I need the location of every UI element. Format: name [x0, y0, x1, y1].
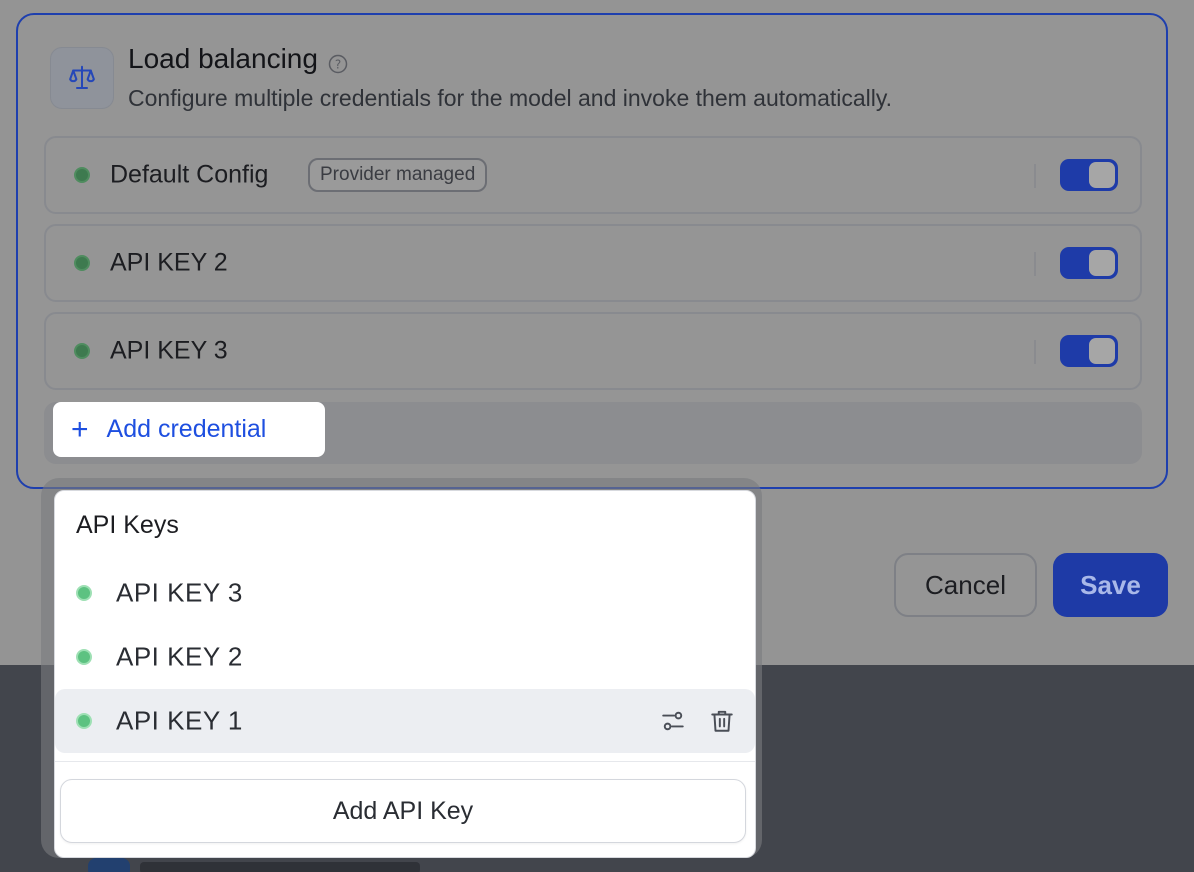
api-key-label: API KEY 1 — [116, 705, 243, 736]
help-icon[interactable]: ? — [328, 49, 348, 74]
config-label: Default Config — [110, 160, 269, 189]
api-key-item[interactable]: API KEY 2 — [55, 625, 755, 689]
add-credential-label: Add credential — [106, 415, 267, 443]
config-toggle[interactable] — [1060, 247, 1118, 279]
config-label: API KEY 3 — [110, 336, 228, 365]
plus-icon: + — [71, 412, 89, 446]
status-dot — [76, 649, 92, 665]
status-dot — [74, 167, 90, 183]
provider-managed-badge: Provider managed — [308, 158, 488, 192]
settings-icon[interactable] — [658, 706, 688, 736]
save-button[interactable]: Save — [1053, 553, 1168, 617]
toggle-knob — [1089, 250, 1115, 276]
config-row-default[interactable]: Default Config Provider managed — [44, 136, 1142, 214]
row-divider — [1034, 252, 1036, 276]
row-divider — [1034, 164, 1036, 188]
dropdown-divider — [55, 761, 755, 762]
config-toggle[interactable] — [1060, 335, 1118, 367]
config-row-api-key-2[interactable]: API KEY 2 — [44, 224, 1142, 302]
config-toggle[interactable] — [1060, 159, 1118, 191]
config-label: API KEY 2 — [110, 248, 228, 277]
api-key-label: API KEY 2 — [116, 641, 243, 672]
section-title: Load balancing ? — [128, 43, 348, 75]
svg-text:?: ? — [335, 58, 341, 72]
config-row-api-key-3[interactable]: API KEY 3 — [44, 312, 1142, 390]
toggle-knob — [1089, 338, 1115, 364]
status-dot — [76, 585, 92, 601]
toggle-knob — [1089, 162, 1115, 188]
background-text — [140, 862, 420, 872]
add-api-key-button[interactable]: Add API Key — [60, 779, 746, 843]
add-credential-button[interactable]: + Add credential — [53, 402, 325, 457]
background-icon — [88, 858, 130, 872]
scale-icon — [50, 47, 114, 109]
api-key-label: API KEY 3 — [116, 577, 243, 608]
section-title-text: Load balancing — [128, 43, 318, 74]
api-keys-dropdown: API Keys API KEY 3 API KEY 2 API KEY 1 A… — [54, 490, 756, 858]
api-key-item[interactable]: API KEY 1 — [55, 689, 755, 753]
status-dot — [74, 255, 90, 271]
trash-icon[interactable] — [707, 706, 737, 736]
row-divider — [1034, 340, 1036, 364]
section-description: Configure multiple credentials for the m… — [128, 85, 893, 111]
cancel-button[interactable]: Cancel — [894, 553, 1037, 617]
dropdown-title: API Keys — [76, 511, 179, 539]
status-dot — [74, 343, 90, 359]
status-dot — [76, 713, 92, 729]
api-key-item[interactable]: API KEY 3 — [55, 561, 755, 625]
